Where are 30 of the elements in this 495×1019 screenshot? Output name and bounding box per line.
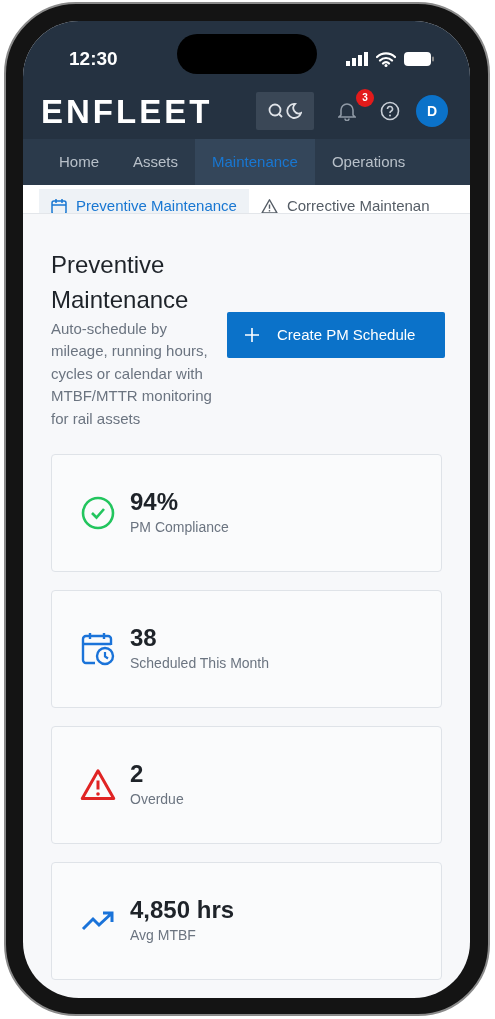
nav-tab[interactable]: Assets [116, 139, 196, 185]
signal-icon [346, 52, 368, 66]
stat-label: Scheduled This Month [130, 653, 270, 673]
help-icon[interactable] [380, 101, 400, 121]
stat-value: 94% [130, 488, 180, 517]
nav-tab[interactable]: Operations [314, 139, 423, 185]
stat-value: 4,850 hrs [130, 896, 235, 925]
notifications-button[interactable] [338, 101, 356, 121]
clock-time: 12:30 [69, 46, 118, 71]
user-avatar[interactable]: D [416, 95, 448, 127]
stat-value: 38 [130, 624, 158, 653]
stat-label: Avg MTBF [130, 925, 197, 945]
search-moon-icon [268, 102, 302, 120]
warning-icon [260, 197, 278, 213]
stat-label: Overdue [130, 789, 184, 809]
theme-toggle-button[interactable] [256, 92, 314, 130]
calendar-icon [51, 197, 67, 213]
stat-value: 2 [130, 760, 145, 789]
wifi-icon [376, 51, 396, 67]
plus-icon [245, 327, 259, 342]
nav-tab[interactable]: Home [23, 139, 116, 185]
create-schedule-button[interactable]: Create PM Schedule [227, 311, 445, 358]
logo[interactable]: ENFLEET [41, 94, 213, 128]
page-title: Preventive Maintenance [51, 249, 190, 315]
sub-tab[interactable]: Preventive Maintenance [39, 189, 249, 213]
battery-icon [404, 52, 434, 66]
notification-badge: 3 [356, 89, 374, 107]
stat-label: PM Compliance [130, 517, 229, 537]
sub-tab[interactable]: Corrective Maintenan [248, 189, 442, 213]
page-description: Auto-schedule by mileage, running hours, cycles or calendar with MTBF/MTTR monitoring for rail assets [51, 318, 213, 429]
